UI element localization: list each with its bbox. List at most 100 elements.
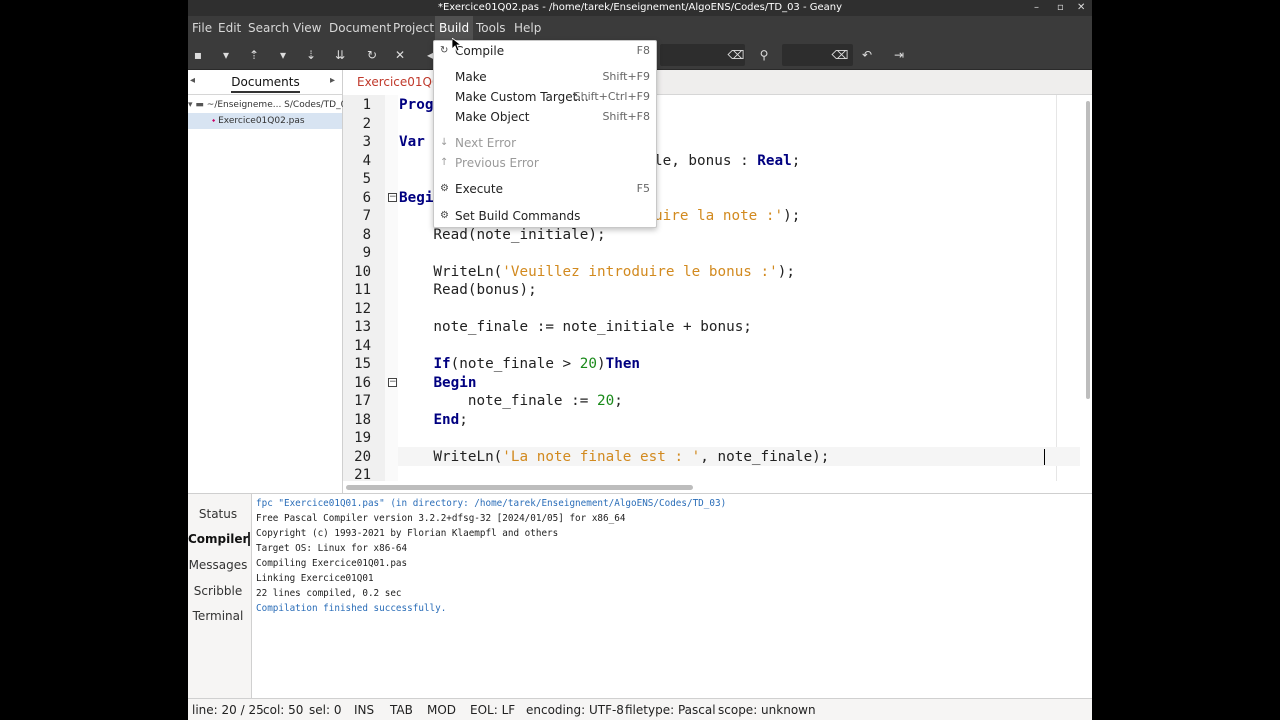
mouse-pointer-icon — [452, 38, 462, 52]
code-line-17[interactable]: note_finale := 20; — [399, 392, 623, 411]
status-filetype: filetype: Pascal — [625, 703, 716, 717]
close-file-icon[interactable]: ✕ — [391, 46, 409, 64]
window-title: *Exercice01Q02.pas - /home/tarek/Enseign… — [437, 2, 843, 13]
code-token: ; — [614, 393, 623, 409]
menu-item-execute[interactable]: ⚙ Execute F5 — [434, 179, 658, 199]
tab-compiler[interactable]: Compiler — [188, 532, 250, 546]
code-line-15[interactable]: If(note_finale > 20)Then — [399, 355, 640, 374]
save-icon[interactable]: ⇣ — [302, 46, 320, 64]
line-number: 13 — [354, 319, 371, 335]
line-number: 4 — [362, 152, 371, 169]
code-line-13[interactable]: note_finale := note_initiale + bonus; — [399, 318, 751, 337]
menu-item-next-error[interactable]: ↓ Next Error — [434, 133, 658, 153]
horizontal-scroll-thumb[interactable] — [346, 485, 693, 490]
message-tabs: Status Compiler Messages Scribble Termin… — [188, 494, 252, 699]
vertical-scroll-thumb[interactable] — [1086, 101, 1090, 399]
code-line-3[interactable]: Var — [399, 133, 425, 152]
menu-item-make[interactable]: Make Shift+F9 — [434, 67, 658, 87]
tab-messages[interactable]: Messages — [188, 558, 248, 572]
menu-document[interactable]: Document — [325, 16, 395, 40]
clear-search-icon[interactable]: ⌫ — [727, 46, 745, 64]
code-line-1[interactable]: Prog — [399, 96, 433, 115]
status-ins: INS — [354, 703, 375, 717]
code-token: ; — [459, 412, 468, 428]
code-line-20[interactable]: WriteLn('La note finale est : ', note_fi… — [399, 448, 829, 467]
goto-line-icon[interactable]: ↶ — [858, 46, 876, 64]
menu-view[interactable]: View — [289, 16, 325, 40]
menu-search[interactable]: Search — [244, 16, 293, 40]
compiler-output-line[interactable]: Compilation finished successfully. — [256, 601, 446, 616]
line-number: 14 — [354, 337, 371, 354]
search-icon[interactable]: ⚲ — [755, 46, 773, 64]
line-number: 6 — [362, 189, 371, 206]
menu-item-make-object[interactable]: Make Object Shift+F8 — [434, 107, 658, 127]
menu-file[interactable]: File — [188, 16, 216, 40]
tree-file-row[interactable]: ⬩ Exercice01Q02.pas — [188, 113, 342, 129]
line-number: 18 — [354, 411, 371, 428]
tab-documents[interactable]: Documents — [231, 75, 300, 93]
vertical-scrollbar[interactable] — [1083, 95, 1092, 481]
tab-terminal[interactable]: Terminal — [188, 609, 248, 623]
save-all-icon[interactable]: ⇊ — [331, 46, 349, 64]
new-file-icon[interactable]: ▪ — [189, 46, 207, 64]
menu-item-previous-error[interactable]: ↑ Previous Error — [434, 153, 658, 173]
code-token: Var — [399, 134, 425, 150]
message-window: Status Compiler Messages Scribble Termin… — [188, 493, 1092, 699]
menu-edit[interactable]: Edit — [214, 16, 245, 40]
compiler-output-line[interactable]: fpc "Exercice01Q01.pas" (in directory: /… — [256, 496, 726, 511]
status-bar: line: 20 / 25 col: 50 sel: 0 INS TAB MOD… — [188, 698, 1092, 720]
fold-toggle-icon[interactable]: − — [388, 378, 397, 387]
code-line-8[interactable]: Read(note_initiale); — [399, 226, 605, 245]
menu-item-compile[interactable]: ↻ Compile F8 — [434, 41, 658, 61]
compiler-output-line[interactable]: 22 lines compiled, 0.2 sec — [256, 586, 402, 601]
tab-status[interactable]: Status — [188, 507, 248, 521]
code-token: WriteLn( — [399, 449, 503, 465]
compiler-output-line[interactable]: Free Pascal Compiler version 3.2.2+dfsg-… — [256, 511, 625, 526]
tab-right-arrow-icon[interactable]: ▸ — [330, 75, 335, 86]
menu-help[interactable]: Help — [510, 16, 545, 40]
line-number: 8 — [362, 226, 371, 243]
compiler-output-line[interactable]: Compiling Exercice01Q01.pas — [256, 556, 407, 571]
compiler-output-line[interactable]: Copyright (c) 1993-2021 by Florian Klaem… — [256, 526, 558, 541]
revert-icon[interactable]: ↻ — [363, 46, 381, 64]
code-line-16[interactable]: Begin — [399, 374, 476, 393]
gear-icon: ↻ — [440, 45, 449, 56]
horizontal-scrollbar[interactable] — [343, 481, 1092, 493]
quit-icon[interactable]: ⇥ — [890, 46, 908, 64]
folder-label: ~/Enseigneme... S/Codes/TD_03 — [206, 100, 353, 110]
maximize-button[interactable]: ▫ — [1057, 0, 1064, 15]
tab-scribble[interactable]: Scribble — [188, 584, 248, 598]
menu-tools[interactable]: Tools — [472, 16, 510, 40]
code-line-4[interactable]: le, bonus : Real; — [654, 152, 800, 171]
code-line-11[interactable]: Read(bonus); — [399, 281, 536, 300]
close-window-button[interactable]: ✕ — [1077, 0, 1085, 15]
new-file-dropdown-icon[interactable]: ▾ — [217, 46, 235, 64]
tree-folder-row[interactable]: ▾ ▬ ~/Enseigneme... S/Codes/TD_03 — [188, 97, 352, 113]
clear-goto-icon[interactable]: ⌫ — [831, 46, 849, 64]
sidebar: ◂ Documents ▸ ▾ ▬ ~/Enseigneme... S/Code… — [188, 70, 352, 493]
arrow-up-icon: ↑ — [440, 157, 449, 168]
compiler-output-line[interactable]: Linking Exercice01Q01 — [256, 571, 374, 586]
menu-item-make-custom-target[interactable]: Make Custom Target... Shift+Ctrl+F9 — [434, 87, 658, 107]
menu-project[interactable]: Project — [389, 16, 438, 40]
fold-margin — [385, 95, 398, 481]
open-recent-dropdown-icon[interactable]: ▾ — [274, 46, 292, 64]
status-encoding: encoding: UTF-8 — [526, 703, 624, 717]
code-line-7[interactable]: uire la note :'); — [654, 207, 800, 226]
code-line-6[interactable]: Begi — [399, 189, 433, 208]
code-token: ); — [783, 208, 801, 224]
minimize-button[interactable]: – — [1034, 0, 1039, 15]
fold-toggle-icon[interactable]: − — [388, 193, 397, 202]
code-keyword: Then — [605, 356, 641, 372]
status-sel: sel: 0 — [309, 703, 342, 717]
open-file-icon[interactable]: ⇡ — [245, 46, 263, 64]
arrow-down-icon: ↓ — [440, 137, 449, 148]
line-number: 16 — [354, 374, 371, 391]
code-line-10[interactable]: WriteLn('Veuillez introduire le bonus :'… — [399, 263, 795, 282]
menu-build[interactable]: Build — [435, 16, 474, 40]
file-label: Exercice01Q02.pas — [218, 116, 305, 126]
menu-item-set-build-commands[interactable]: ⚙ Set Build Commands — [434, 206, 658, 226]
compiler-output-line[interactable]: Target OS: Linux for x86-64 — [256, 541, 407, 556]
code-line-18[interactable]: End; — [399, 411, 468, 430]
